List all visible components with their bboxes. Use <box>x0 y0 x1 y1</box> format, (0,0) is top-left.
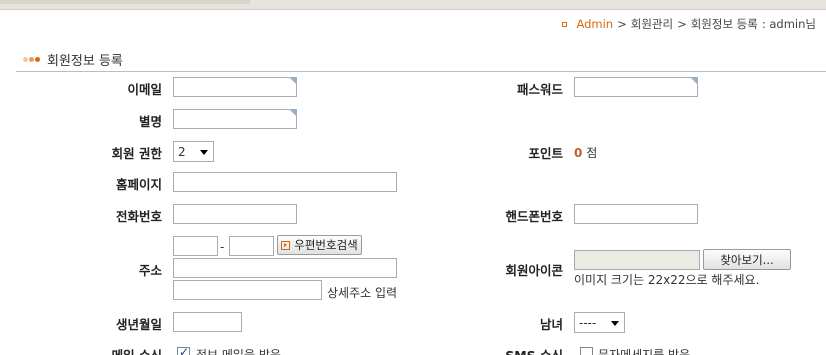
tab-strip-edge <box>0 0 250 4</box>
nickname-input[interactable] <box>173 109 297 129</box>
address-detail-input[interactable] <box>173 280 322 300</box>
section-header: 회원정보 등록 <box>23 50 123 69</box>
homepage-label: 홈페이지 <box>115 177 162 192</box>
birthday-input[interactable] <box>173 312 242 332</box>
points-value: 0 <box>574 146 583 160</box>
gender-select[interactable]: ---- <box>574 312 625 333</box>
top-tab-strip <box>0 0 826 10</box>
breadcrumb-home-link[interactable]: Admin <box>576 17 613 31</box>
arrow-right-icon <box>281 240 291 250</box>
member-icon-file-path[interactable] <box>574 250 700 270</box>
homepage-input[interactable] <box>173 172 397 192</box>
section-divider <box>16 71 826 72</box>
mailing-label: 메일 수신 <box>112 345 162 355</box>
birthday-label: 생년월일 <box>115 317 162 332</box>
zip-dash: - <box>220 240 225 254</box>
dropdown-arrow-icon <box>200 150 208 155</box>
member-icon-hint: 이미지 크기는 22x22으로 해주세요. <box>574 273 760 287</box>
password-input[interactable] <box>574 77 698 97</box>
address-label: 주소 <box>138 263 162 278</box>
points-display: 0 점 <box>574 144 597 161</box>
sms-checkbox[interactable] <box>580 347 593 355</box>
sms-label: SMS 수신 <box>505 345 563 355</box>
phone-input[interactable] <box>173 204 297 224</box>
zip-search-label: 우편번호검색 <box>294 238 358 252</box>
level-label: 회원 권한 <box>111 146 162 161</box>
zip-code-input-2[interactable] <box>229 236 274 256</box>
section-bullet-icon <box>23 56 41 62</box>
breadcrumb-separator: > <box>677 17 687 31</box>
mailing-option-label: 정보 메일을 받음 <box>196 348 281 355</box>
email-label: 이메일 <box>127 82 162 97</box>
address-input[interactable] <box>173 258 397 278</box>
member-icon-label: 회원아이콘 <box>505 263 563 278</box>
gender-select-value: ---- <box>579 315 597 330</box>
phone-label: 전화번호 <box>115 209 162 224</box>
mobile-input[interactable] <box>574 204 698 224</box>
section-title: 회원정보 등록 <box>47 53 123 69</box>
browse-button[interactable]: 찾아보기... <box>703 249 791 270</box>
mobile-label: 핸드폰번호 <box>505 209 563 224</box>
address-detail-hint: 상세주소 입력 <box>327 286 398 300</box>
zip-code-input-1[interactable] <box>173 236 218 256</box>
email-input[interactable] <box>173 77 297 97</box>
breadcrumb-level1[interactable]: 회원관리 <box>631 16 673 32</box>
level-select-value: 2 <box>178 144 186 159</box>
gender-label: 남녀 <box>539 317 563 332</box>
mailing-checkbox[interactable] <box>177 345 190 355</box>
level-select[interactable]: 2 <box>173 141 214 162</box>
nickname-label: 별명 <box>138 114 162 129</box>
points-unit: 점 <box>586 146 598 160</box>
dropdown-arrow-icon <box>611 321 619 326</box>
points-label: 포인트 <box>528 146 563 161</box>
password-label: 패스워드 <box>516 82 563 97</box>
sms-option-label: 문자메세지를 받음 <box>598 348 691 355</box>
zip-search-button[interactable]: 우편번호검색 <box>277 235 362 255</box>
breadcrumb-current: 회원정보 등록 <box>690 17 758 31</box>
breadcrumb-separator: > <box>617 17 627 31</box>
breadcrumb: Admin > 회원관리 > 회원정보 등록 : admin님 <box>562 16 816 32</box>
breadcrumb-user: : admin님 <box>761 17 816 31</box>
breadcrumb-bullet-icon <box>562 21 568 27</box>
